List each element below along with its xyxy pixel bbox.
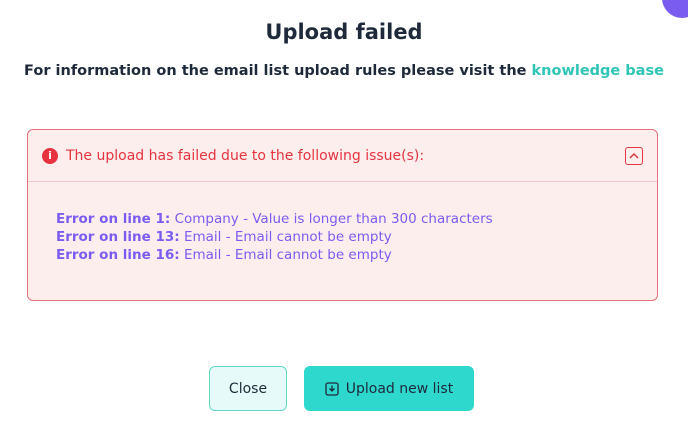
knowledge-base-link[interactable]: knowledge base [532,63,664,79]
close-button[interactable]: Close [209,366,287,411]
upload-failed-dialog: Upload failed For information on the ema… [0,0,688,438]
subtitle-text: For information on the email list upload… [24,63,532,79]
dialog-title: Upload failed [265,20,423,44]
error-message: Email - Email cannot be empty [179,247,392,263]
chevron-up-icon [629,152,639,159]
error-item: Error on line 13: Email - Email cannot b… [56,228,657,246]
download-box-icon [325,381,339,396]
error-message: Email - Email cannot be empty [179,229,392,245]
collapse-toggle-button[interactable] [625,146,643,165]
dialog-subtitle: For information on the email list upload… [10,63,678,79]
corner-badge [662,0,688,18]
error-panel-header-text: The upload has failed due to the followi… [66,147,425,164]
error-message: Company - Value is longer than 300 chara… [170,211,493,227]
upload-new-list-label: Upload new list [345,380,454,397]
info-circle-icon: i [42,147,58,164]
error-line-label: Error on line 13: [56,229,180,245]
error-panel-header: i The upload has failed due to the follo… [28,130,657,182]
error-list: Error on line 1: Company - Value is long… [28,182,657,264]
error-line-label: Error on line 16: [56,247,180,263]
error-line-label: Error on line 1: [56,211,171,227]
error-item: Error on line 16: Email - Email cannot b… [56,246,657,264]
error-panel: i The upload has failed due to the follo… [27,129,658,301]
error-item: Error on line 1: Company - Value is long… [56,210,657,228]
upload-new-list-button[interactable]: Upload new list [304,366,474,411]
